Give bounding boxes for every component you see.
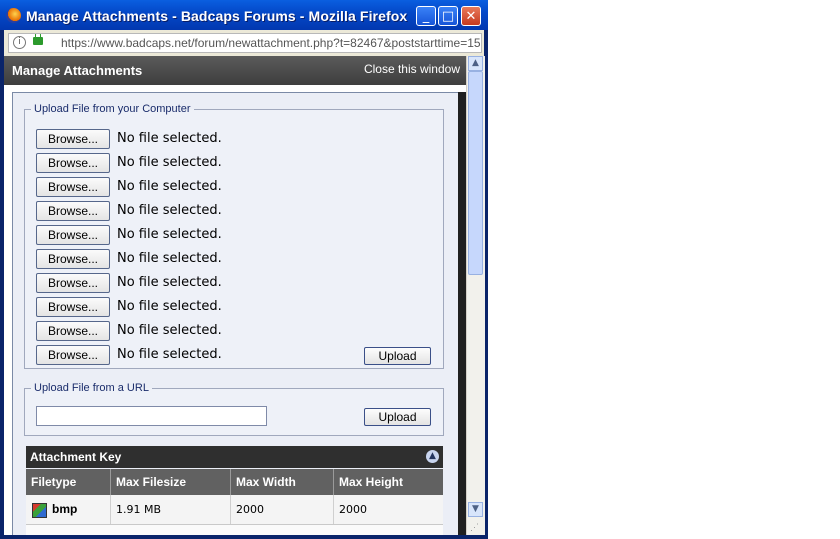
upload-url-legend: Upload File from a URL — [34, 382, 149, 394]
scroll-up-button[interactable]: ▲ — [468, 56, 483, 71]
file-status: No file selected. — [117, 299, 222, 314]
browse-button[interactable]: Browse... — [36, 201, 110, 221]
panel-edge — [458, 92, 466, 535]
page-content: Manage Attachments Close this window Upl… — [4, 56, 466, 535]
browse-button[interactable]: Browse... — [36, 321, 110, 341]
minimize-button[interactable]: _ — [416, 6, 436, 26]
filetype-cell: bmp — [26, 495, 111, 524]
scroll-down-button[interactable]: ▼ — [468, 502, 483, 517]
browse-button[interactable]: Browse... — [36, 249, 110, 269]
upload-url-fieldset: Upload File from a URL Upload — [24, 382, 444, 436]
file-status: No file selected. — [117, 131, 222, 146]
browse-button[interactable]: Browse... — [36, 153, 110, 173]
url-text: https://www.badcaps.net/forum/newattachm… — [61, 36, 482, 50]
column-header-max-width: Max Width — [231, 469, 334, 495]
resize-grip-icon[interactable]: ⋰ — [470, 521, 482, 533]
file-status: No file selected. — [117, 251, 222, 266]
title-bar: Manage Attachments - Badcaps Forums - Mo… — [0, 0, 488, 30]
collapse-icon[interactable]: ▲ — [426, 450, 439, 463]
table-row: bmp 1.91 MB 2000 2000 — [26, 495, 443, 525]
attachment-key-header: Attachment Key ▲ — [26, 446, 443, 468]
column-header-max-height: Max Height — [339, 475, 404, 489]
file-status: No file selected. — [117, 227, 222, 242]
vertical-scrollbar[interactable]: ▲ ▼ — [466, 56, 485, 535]
firefox-logo-icon — [6, 8, 21, 23]
url-upload-button[interactable]: Upload — [364, 408, 431, 426]
window-title: Manage Attachments - Badcaps Forums - Mo… — [26, 8, 408, 24]
browse-button[interactable]: Browse... — [36, 345, 110, 365]
file-status: No file selected. — [117, 179, 222, 194]
column-header-max-filesize: Max Filesize — [111, 469, 231, 495]
file-status: No file selected. — [117, 203, 222, 218]
browser-window: Manage Attachments - Badcaps Forums - Mo… — [0, 0, 488, 539]
browse-button[interactable]: Browse... — [36, 177, 110, 197]
filetype-text: bmp — [52, 502, 78, 516]
upload-computer-fieldset: Upload File from your Computer Browse...… — [24, 103, 444, 369]
upload-button[interactable]: Upload — [364, 347, 431, 365]
url-field[interactable]: i https://www.badcaps.net/forum/newattac… — [8, 33, 482, 53]
upload-computer-legend: Upload File from your Computer — [34, 103, 191, 115]
file-status: No file selected. — [117, 155, 222, 170]
max-filesize-cell: 1.91 MB — [111, 495, 231, 524]
browse-button[interactable]: Browse... — [36, 297, 110, 317]
url-upload-input[interactable] — [36, 406, 267, 426]
info-icon[interactable]: i — [13, 36, 26, 49]
scroll-thumb[interactable] — [468, 71, 483, 275]
file-status: No file selected. — [117, 347, 222, 362]
page-title: Manage Attachments — [12, 63, 143, 78]
bmp-file-icon — [32, 503, 47, 518]
attachment-key-table-header: Filetype Max Filesize Max Width Max Heig… — [26, 469, 443, 495]
max-width-cell: 2000 — [231, 495, 334, 524]
table-row-partial — [26, 525, 443, 535]
file-status: No file selected. — [117, 275, 222, 290]
page-header: Manage Attachments Close this window — [4, 56, 466, 85]
browse-button[interactable]: Browse... — [36, 129, 110, 149]
column-header-filetype: Filetype — [26, 469, 111, 495]
lock-icon — [33, 34, 43, 45]
address-bar: i https://www.badcaps.net/forum/newattac… — [4, 30, 484, 56]
close-this-window-link[interactable]: Close this window — [364, 62, 460, 76]
maximize-button[interactable]: □ — [438, 6, 458, 26]
browse-button[interactable]: Browse... — [36, 225, 110, 245]
max-height-cell: 2000 — [339, 503, 367, 516]
attachment-key-title: Attachment Key — [30, 450, 122, 464]
file-status: No file selected. — [117, 323, 222, 338]
close-window-button[interactable]: ✕ — [461, 6, 481, 26]
browse-button[interactable]: Browse... — [36, 273, 110, 293]
